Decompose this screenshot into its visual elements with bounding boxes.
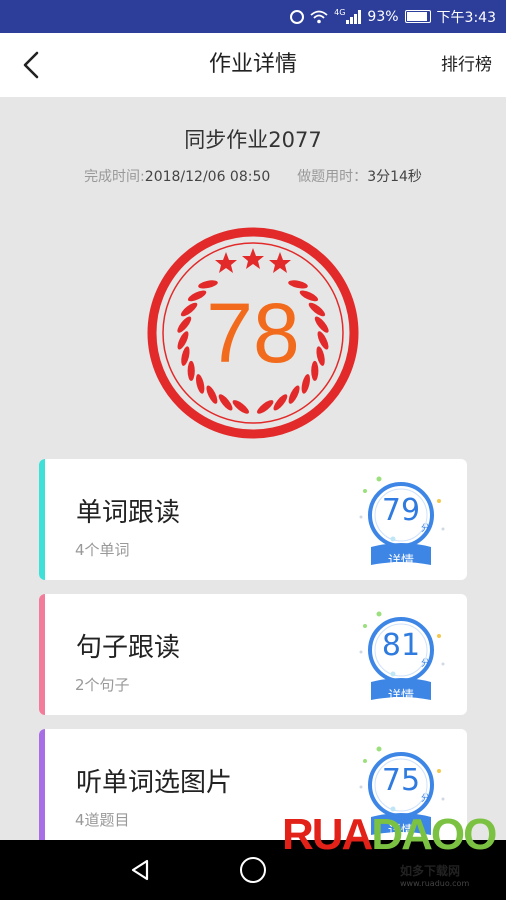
laurel-leaf [187,360,195,381]
item-card-sentence-reading[interactable]: 句子跟读 2个句子 81 分 详情 [39,594,467,715]
laurel-leaf [301,374,310,394]
detail-button[interactable]: 详情 [371,685,431,704]
item-subtitle: 2个句子 [75,676,130,694]
item-name: 单词跟读 [76,498,181,528]
card-accent [39,594,45,715]
score-badge[interactable]: 79 分 详情 [353,473,449,573]
item-subtitle: 4道题目 [75,811,130,829]
watermark-brand: RUADAOO [282,810,497,859]
signal-icon [346,9,362,24]
laurel-leaf [273,394,288,411]
star-icon [242,248,264,269]
item-subtitle: 4个单词 [75,541,130,559]
network-type: 4G [334,8,346,17]
laurel-leaf [218,394,233,411]
score-badge[interactable]: 81 分 详情 [353,608,449,708]
card-accent [39,729,45,850]
clock: 下午3:43 [436,9,496,26]
laurel-leaf [232,400,249,414]
item-name: 句子跟读 [76,633,181,663]
item-card-word-reading[interactable]: 单词跟读 4个单词 79 分 详情 [39,459,467,580]
item-name: 听单词选图片 [76,768,233,798]
duration-label: 做题用时： [297,169,368,185]
laurel-leaf [180,302,198,317]
stamp-graphic: 78 [147,227,359,439]
laurel-leaf [314,316,329,333]
page-title: 作业详情 [208,52,297,77]
laurel-leaf [196,374,205,394]
nav-back-triangle-icon[interactable] [128,858,152,882]
nav-bar: 作业详情 排行榜 [0,33,506,97]
status-bar: 4G 93% 下午3:43 [0,0,506,33]
completed-value: 2018/12/06 08:50 [144,169,271,185]
score-unit: 分 [421,659,431,669]
duration-value: 3分14秒 [367,169,422,185]
homework-meta: 完成时间:2018/12/06 08:50 做题用时：3分14秒 [0,166,506,186]
laurel-leaf [257,400,274,414]
laurel-leaf [299,290,319,302]
leaderboard-button[interactable]: 排行榜 [441,33,492,97]
battery-icon [404,10,431,23]
homework-title: 同步作业2077 [184,128,322,152]
watermark-url: www.ruaduo.com [400,879,470,888]
score-unit: 分 [421,524,431,534]
laurel-leaf [187,290,207,302]
back-arrow-icon[interactable] [14,47,50,83]
laurel-leaf [311,360,319,381]
detail-button[interactable]: 详情 [371,550,431,569]
watermark-label: 如多下载网 [400,864,461,878]
watermark-logo: RUADAOO 如多下载网 www.ruaduo.com [282,806,506,900]
card-accent [39,459,45,580]
star-icon [269,252,291,273]
completed-label: 完成时间: [84,169,145,185]
battery-percent: 93% [367,8,399,25]
star-icon [215,252,237,273]
laurel-leaf [177,316,192,333]
nav-home-circle-icon[interactable] [240,857,266,883]
wifi-icon [310,10,328,23]
score-stamp: 78 [146,226,360,440]
laurel-leaf [288,385,300,404]
total-score: 78 [206,286,299,380]
laurel-leaf [206,385,218,404]
alarm-icon [290,9,305,24]
score-unit: 分 [421,794,431,804]
laurel-leaf [308,302,326,317]
star-rating [215,248,291,273]
status-icons: 4G 93% 下午3:43 [290,0,496,33]
